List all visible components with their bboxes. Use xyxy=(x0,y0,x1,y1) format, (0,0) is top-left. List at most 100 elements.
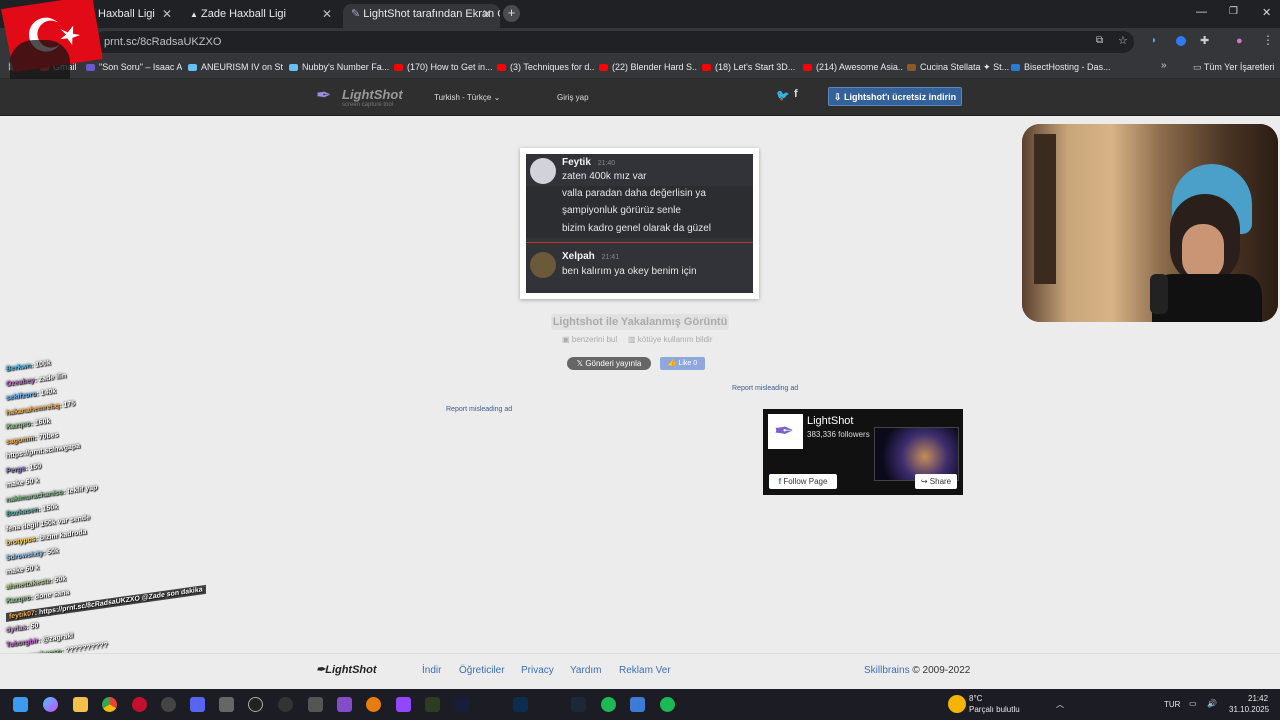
input-language[interactable]: TUR xyxy=(1164,700,1180,709)
login-link[interactable]: Giriş yap xyxy=(557,93,589,102)
new-tab-button[interactable]: + xyxy=(503,5,520,22)
discord-icon[interactable] xyxy=(190,697,205,712)
bookmark-item[interactable]: (22) Blender Hard S... xyxy=(599,56,697,78)
app-icon[interactable] xyxy=(630,697,645,712)
report-misleading-ad-link[interactable]: Report misleading ad xyxy=(446,406,512,413)
extension-icon[interactable]: ◗ xyxy=(1151,35,1161,46)
bookmark-item[interactable]: ANEURISM IV on St... xyxy=(188,56,283,78)
close-icon[interactable]: ✕ xyxy=(162,4,172,24)
chat-username: dyrlas xyxy=(6,624,27,635)
tab-zade-haxball-ligi[interactable]: ▲ Zade Haxball Ligi ✕ xyxy=(182,4,340,28)
menu-icon[interactable]: ⋮ xyxy=(1262,33,1274,47)
fb-page-name[interactable]: LightShot xyxy=(807,415,853,427)
github-icon[interactable] xyxy=(278,697,293,712)
report-abuse-link[interactable]: ▥ kötüye kullanım bildir xyxy=(628,335,712,344)
footer-copyright: Skillbrains © 2009-2022 xyxy=(864,665,971,676)
person-face xyxy=(1182,224,1224,280)
find-similar-link[interactable]: ▣ benzerini bul xyxy=(562,335,617,344)
opera-icon[interactable] xyxy=(132,697,147,712)
tweet-button[interactable]: 𝕏 Gönderi yayınla xyxy=(567,357,651,370)
chat-message: hakanahemrebq: 175 xyxy=(6,399,75,417)
all-bookmarks-button[interactable]: ▭ Tüm Yer İşaretleri xyxy=(1193,56,1277,78)
windows-start-icon[interactable] xyxy=(13,697,28,712)
footer-link-privacy[interactable]: Privacy xyxy=(521,665,554,676)
minimize-icon[interactable]: — xyxy=(1196,6,1207,18)
twitter-icon[interactable]: 🐦 xyxy=(776,89,790,102)
blender-icon[interactable] xyxy=(366,697,381,712)
tab-label: Haxball Ligi xyxy=(98,8,155,20)
tab-lightshot[interactable]: ✎ LightShot tarafından Ekran Görü ✕ xyxy=(343,4,500,28)
download-button[interactable]: ⇩ Lightshot'ı ücretsiz indirin xyxy=(828,87,962,106)
close-icon[interactable]: ✕ xyxy=(322,4,332,24)
bookmark-item[interactable]: (3) Techniques for d... xyxy=(497,56,595,78)
pycharm-icon[interactable] xyxy=(425,697,440,712)
install-app-icon[interactable]: ⧉ xyxy=(1096,35,1103,46)
app-icon[interactable] xyxy=(161,697,176,712)
chat-username: Tuborgbir xyxy=(6,636,39,649)
weather-icon[interactable] xyxy=(948,695,966,713)
steam-icon xyxy=(188,64,197,72)
spotify-icon[interactable] xyxy=(660,697,675,712)
restore-icon[interactable]: ❐ xyxy=(1229,6,1238,17)
facebook-page-widget[interactable]: ✒ LightShot 383,336 followers f Follow P… xyxy=(763,409,963,495)
bookmark-item[interactable]: (18) Let's Start 3D... xyxy=(702,56,798,78)
star-icon[interactable]: ☆ xyxy=(1118,34,1128,47)
unreal-icon[interactable] xyxy=(248,697,263,712)
chat-message: brotypos: bizim kadroda xyxy=(6,528,87,548)
volume-icon[interactable]: 🔊 xyxy=(1207,699,1217,708)
like-button[interactable]: 👍 Like 0 xyxy=(660,357,705,370)
footer-link-tutorials[interactable]: Öğreticiler xyxy=(459,665,505,676)
language-select[interactable]: Turkish - Türkçe ⌄ xyxy=(434,93,500,102)
footer-link-advertise[interactable]: Reklam Ver xyxy=(619,665,671,676)
door-frame xyxy=(1034,134,1056,284)
profile-icon[interactable]: ● xyxy=(1236,35,1243,47)
facebook-icon[interactable]: f xyxy=(794,88,798,100)
caption-title: Lightshot ile Yakalanmış Görüntü xyxy=(551,314,729,330)
twitch-icon[interactable] xyxy=(396,697,411,712)
spotify-icon[interactable] xyxy=(601,697,616,712)
unity-icon[interactable] xyxy=(308,697,323,712)
chevron-up-icon[interactable]: ︿ xyxy=(1056,699,1064,710)
app-icon[interactable] xyxy=(219,697,234,712)
message-text: zaten 400k mız var xyxy=(562,171,647,182)
chevron-down-icon: ⌄ xyxy=(493,93,501,102)
chat-text: 150 xyxy=(29,462,42,472)
network-icon[interactable]: ▭ xyxy=(1189,699,1197,708)
footer-link-download[interactable]: İndir xyxy=(422,665,441,676)
follow-page-button[interactable]: f Follow Page xyxy=(769,474,837,489)
report-misleading-ad-link[interactable]: Report misleading ad xyxy=(732,385,798,392)
bookmark-item[interactable]: Cucina Stellata ✦ St... xyxy=(907,56,1009,78)
chat-message: Pergs: 150 xyxy=(6,462,42,475)
chrome-icon[interactable] xyxy=(102,697,117,712)
lightshot-logo[interactable]: ✒ LightShot screen capture tool xyxy=(316,85,403,108)
clock-time[interactable]: 21:42 xyxy=(1248,694,1268,703)
chat-text: 160k xyxy=(34,417,51,427)
footer-logo[interactable]: ✒LightShot xyxy=(316,663,377,676)
chat-message: Ozeabey: zade ilin xyxy=(6,372,67,388)
screenshot-image[interactable]: Feytik 21:40 zaten 400k mız var valla pa… xyxy=(520,148,759,299)
close-window-icon[interactable]: ✕ xyxy=(1262,6,1271,19)
feather-icon: ✒ xyxy=(316,664,326,676)
skillbrains-link[interactable]: Skillbrains xyxy=(864,665,910,676)
address-input[interactable]: prnt.sc/8cRadsaUKZXO xyxy=(94,31,1134,53)
extensions-puzzle-icon[interactable]: ✚ xyxy=(1200,34,1209,47)
bookmark-item[interactable]: (214) Awesome Asia... xyxy=(803,56,903,78)
extension-icon-blue[interactable] xyxy=(1176,36,1186,46)
fresco-icon[interactable] xyxy=(454,697,469,712)
bookmark-item[interactable]: (170) How to Get in... xyxy=(394,56,498,78)
close-icon[interactable]: ✕ xyxy=(482,4,492,24)
footer-link-help[interactable]: Yardım xyxy=(570,665,602,676)
chat-username: sekifzoro xyxy=(6,390,37,403)
visual-studio-icon[interactable] xyxy=(337,697,352,712)
chat-message: feytik07: https://prnt.sc/8cRadsaUKZXO @… xyxy=(6,584,206,622)
bookmark-item[interactable]: Nubby's Number Fa... xyxy=(289,56,389,78)
copilot-icon[interactable] xyxy=(43,697,58,712)
chevron-right-icon[interactable]: » xyxy=(1161,60,1167,71)
youtube-icon xyxy=(702,64,711,72)
bookmark-item[interactable]: BisectHosting - Das... xyxy=(1011,56,1117,78)
file-explorer-icon[interactable] xyxy=(73,697,88,712)
photoshop-icon[interactable] xyxy=(513,697,528,712)
weather-temp[interactable]: 8°C xyxy=(969,694,982,703)
share-button[interactable]: ↪ Share xyxy=(915,474,957,489)
steam-icon[interactable] xyxy=(571,697,586,712)
